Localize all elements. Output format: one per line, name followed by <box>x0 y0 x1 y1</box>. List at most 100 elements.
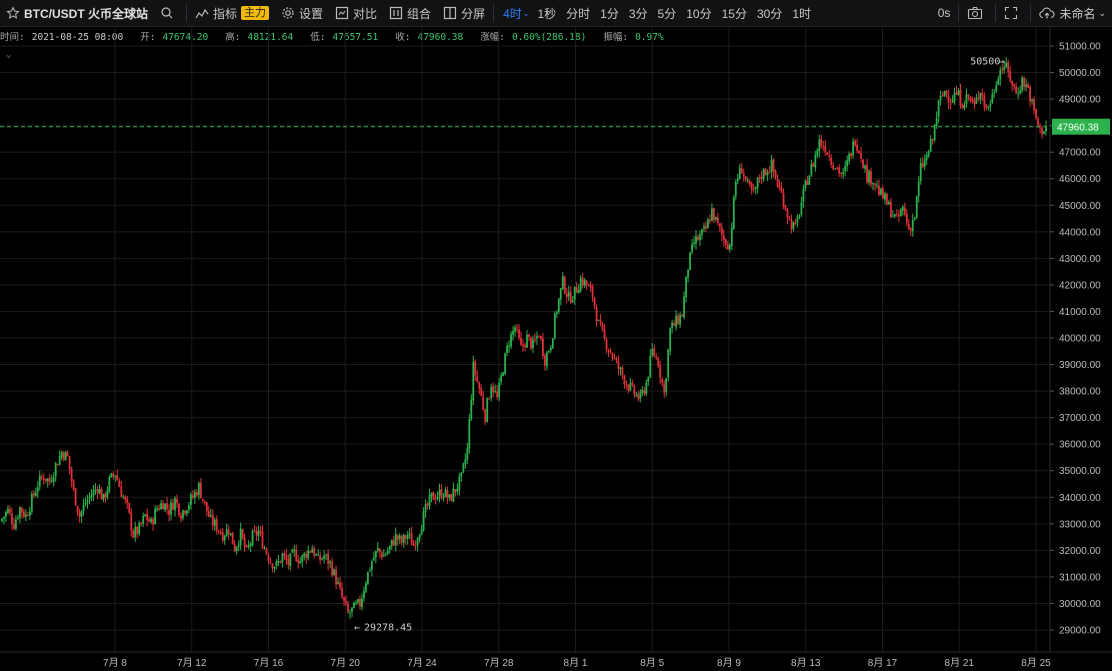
interval-timeline[interactable]: 分时 <box>561 5 595 22</box>
candle <box>275 559 278 570</box>
candle <box>374 550 377 564</box>
y-tick-label: 36000.00 <box>1059 440 1101 451</box>
y-tick-label: 46000.00 <box>1059 174 1101 185</box>
candle <box>699 230 701 246</box>
candle <box>746 177 749 183</box>
candle <box>506 342 508 357</box>
candle <box>649 349 652 379</box>
candle <box>239 522 242 550</box>
candle <box>365 580 367 594</box>
star-icon[interactable] <box>6 6 20 20</box>
candle <box>703 222 705 233</box>
candle <box>251 529 254 548</box>
interval-15m[interactable]: 15分 <box>717 5 752 22</box>
interval-1h[interactable]: 1时 <box>787 5 816 22</box>
x-tick-label: 8月 17 <box>868 657 898 669</box>
candle <box>955 85 958 95</box>
interval-3m[interactable]: 3分 <box>624 5 653 22</box>
candle <box>347 600 349 614</box>
candle <box>617 355 620 376</box>
candle <box>48 473 51 486</box>
candle <box>983 92 986 112</box>
candle <box>261 525 264 550</box>
candle <box>842 168 845 179</box>
candle <box>508 340 510 353</box>
candle <box>82 498 85 516</box>
y-tick-label: 42000.00 <box>1059 280 1101 291</box>
candle <box>432 491 435 500</box>
interval-10m[interactable]: 10分 <box>681 5 716 22</box>
candle <box>599 314 602 327</box>
candle <box>227 525 230 540</box>
interval-1m[interactable]: 1分 <box>595 5 624 22</box>
candle <box>277 554 280 567</box>
candle <box>349 609 351 619</box>
fullscreen-button[interactable] <box>998 0 1028 26</box>
low-annotation: 29278.45 <box>364 623 412 634</box>
interval-5m[interactable]: 5分 <box>653 5 682 22</box>
candle <box>695 230 697 250</box>
candle <box>28 506 31 520</box>
interval-1s[interactable]: 1秒 <box>532 5 561 22</box>
indicators-button[interactable]: 指标 主力 <box>189 0 275 26</box>
main-indicator-badge: 主力 <box>241 6 270 20</box>
split-screen-button[interactable]: 分屏 <box>437 0 491 26</box>
candle <box>500 372 503 386</box>
candle <box>880 187 882 196</box>
candle <box>22 508 25 519</box>
candle <box>291 548 294 554</box>
candle <box>372 551 375 562</box>
candle <box>512 326 514 341</box>
candle <box>70 466 73 488</box>
top-toolbar: BTC/USDT 火币全球站 指标 主力 设置 对比 组合 分屏 4时 ⌄ 1秒… <box>0 0 1112 27</box>
time-axis[interactable]: 7月 8 7月 12 7月 16 7月 20 7月 24 7月 28 8月 1 8月 5 8月 … <box>0 651 1112 669</box>
candle <box>74 487 77 506</box>
candle <box>476 370 479 383</box>
price-chart[interactable]: 50500→ ← 29278.45 ⌄ 51000.00 50000.00 49000.0… <box>0 27 1112 671</box>
candle <box>814 150 817 172</box>
last-price-label: 47960.38 <box>1057 123 1099 134</box>
candle <box>301 554 304 568</box>
candle <box>199 478 202 499</box>
candle <box>84 497 87 507</box>
candle <box>991 88 994 104</box>
candle <box>416 537 419 552</box>
candle <box>94 483 97 495</box>
cloud-layout-button[interactable]: 未命名 ⌄ <box>1033 0 1112 26</box>
candle <box>1035 108 1037 121</box>
candle <box>259 525 262 537</box>
candle <box>104 491 107 503</box>
candle <box>502 371 505 377</box>
candle <box>709 214 711 224</box>
interval-30m[interactable]: 30分 <box>752 5 787 22</box>
candle <box>911 213 914 237</box>
price-axis[interactable]: 51000.0050000.0049000.0048000.0047000.00… <box>1049 27 1110 652</box>
candle <box>601 321 604 332</box>
candle <box>585 280 588 290</box>
candle <box>776 174 779 188</box>
candle <box>903 202 906 217</box>
chevron-down-icon[interactable]: ⌄ <box>523 9 530 18</box>
y-tick-label: 50000.00 <box>1059 68 1101 79</box>
compare-button[interactable]: 对比 <box>329 0 383 26</box>
symbol-search-button[interactable] <box>154 0 184 26</box>
candle <box>162 500 164 510</box>
candle <box>589 281 592 293</box>
candle <box>812 162 815 167</box>
countdown-display: 0s <box>932 0 957 26</box>
candle <box>760 170 763 185</box>
chevron-down-icon[interactable]: ⌄ <box>6 50 11 60</box>
combo-button[interactable]: 组合 <box>383 0 437 26</box>
candle <box>283 550 286 560</box>
candle <box>34 487 37 497</box>
candle <box>472 355 475 406</box>
candle <box>402 533 405 548</box>
settings-button[interactable]: 设置 <box>275 0 329 26</box>
candle <box>549 345 552 353</box>
candle <box>967 93 970 102</box>
symbol-selector[interactable]: BTC/USDT 火币全球站 <box>0 0 154 26</box>
candle <box>319 551 322 565</box>
candle <box>947 89 950 110</box>
screenshot-button[interactable] <box>961 0 993 26</box>
candle <box>1043 130 1045 135</box>
